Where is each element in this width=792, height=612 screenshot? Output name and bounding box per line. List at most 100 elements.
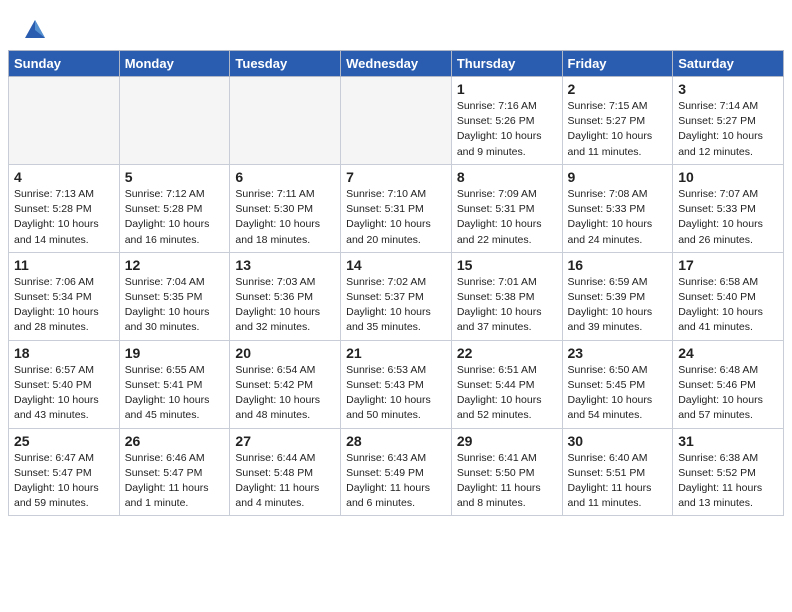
day-number: 25	[14, 433, 114, 449]
calendar-day-empty	[230, 77, 341, 165]
day-number: 14	[346, 257, 446, 273]
day-number: 31	[678, 433, 778, 449]
calendar-header-sunday: Sunday	[9, 51, 120, 77]
calendar-day-22: 22 Sunrise: 6:51 AM Sunset: 5:44 PM Dayli…	[451, 340, 562, 428]
calendar-header-saturday: Saturday	[673, 51, 784, 77]
calendar-header-monday: Monday	[119, 51, 230, 77]
calendar-day-2: 2 Sunrise: 7:15 AM Sunset: 5:27 PM Daylig…	[562, 77, 673, 165]
calendar-day-21: 21Sunrise: 6:53 AM Sunset: 5:43 PM Dayli…	[341, 340, 452, 428]
day-info: Sunrise: 7:10 AM Sunset: 5:31 PM Dayligh…	[346, 187, 446, 248]
day-info: Sunrise: 7:14 AM Sunset: 5:27 PM Dayligh…	[678, 99, 778, 160]
calendar-day-28: 28 Sunrise: 6:43 AM Sunset: 5:49 PM Dayli…	[341, 428, 452, 516]
day-number: 2	[568, 81, 668, 97]
calendar-day-29: 29 Sunrise: 6:41 AM Sunset: 5:50 PM Dayli…	[451, 428, 562, 516]
logo-text	[20, 16, 48, 42]
day-number: 4	[14, 169, 114, 185]
day-info: Sunrise: 6:48 AM Sunset: 5:46 PM Dayligh…	[678, 363, 778, 424]
day-info: Sunrise: 7:13 AM Sunset: 5:28 PM Dayligh…	[14, 187, 114, 248]
calendar-day-empty	[9, 77, 120, 165]
day-number: 5	[125, 169, 225, 185]
day-info: Sunrise: 7:08 AM Sunset: 5:33 PM Dayligh…	[568, 187, 668, 248]
day-info: Sunrise: 7:03 AM Sunset: 5:36 PM Dayligh…	[235, 275, 335, 336]
calendar-day-31: 31 Sunrise: 6:38 AM Sunset: 5:52 PM Dayli…	[673, 428, 784, 516]
day-info: Sunrise: 7:11 AM Sunset: 5:30 PM Dayligh…	[235, 187, 335, 248]
calendar-day-18: 18Sunrise: 6:57 AM Sunset: 5:40 PM Dayli…	[9, 340, 120, 428]
calendar-day-25: 25 Sunrise: 6:47 AM Sunset: 5:47 PM Dayli…	[9, 428, 120, 516]
calendar-header-tuesday: Tuesday	[230, 51, 341, 77]
day-info: Sunrise: 6:59 AM Sunset: 5:39 PM Dayligh…	[568, 275, 668, 336]
day-info: Sunrise: 6:58 AM Sunset: 5:40 PM Dayligh…	[678, 275, 778, 336]
day-info: Sunrise: 6:57 AM Sunset: 5:40 PM Dayligh…	[14, 363, 114, 424]
calendar-day-10: 10 Sunrise: 7:07 AM Sunset: 5:33 PM Dayli…	[673, 164, 784, 252]
calendar-day-empty	[119, 77, 230, 165]
day-number: 16	[568, 257, 668, 273]
calendar-day-13: 13Sunrise: 7:03 AM Sunset: 5:36 PM Dayli…	[230, 252, 341, 340]
day-number: 27	[235, 433, 335, 449]
calendar-day-6: 6 Sunrise: 7:11 AM Sunset: 5:30 PM Daylig…	[230, 164, 341, 252]
calendar-week-row: 25 Sunrise: 6:47 AM Sunset: 5:47 PM Dayli…	[9, 428, 784, 516]
calendar-day-14: 14 Sunrise: 7:02 AM Sunset: 5:37 PM Dayli…	[341, 252, 452, 340]
day-info: Sunrise: 6:50 AM Sunset: 5:45 PM Dayligh…	[568, 363, 668, 424]
day-info: Sunrise: 6:53 AM Sunset: 5:43 PM Dayligh…	[346, 363, 446, 424]
calendar-week-row: 11 Sunrise: 7:06 AM Sunset: 5:34 PM Dayli…	[9, 252, 784, 340]
day-number: 29	[457, 433, 557, 449]
day-number: 7	[346, 169, 446, 185]
calendar-header-thursday: Thursday	[451, 51, 562, 77]
day-number: 3	[678, 81, 778, 97]
day-number: 22	[457, 345, 557, 361]
calendar-week-row: 4 Sunrise: 7:13 AM Sunset: 5:28 PM Daylig…	[9, 164, 784, 252]
day-number: 23	[568, 345, 668, 361]
day-info: Sunrise: 6:47 AM Sunset: 5:47 PM Dayligh…	[14, 451, 114, 512]
day-info: Sunrise: 7:06 AM Sunset: 5:34 PM Dayligh…	[14, 275, 114, 336]
calendar-week-row: 1 Sunrise: 7:16 AM Sunset: 5:26 PM Daylig…	[9, 77, 784, 165]
calendar-day-20: 20Sunrise: 6:54 AM Sunset: 5:42 PM Dayli…	[230, 340, 341, 428]
calendar-day-5: 5 Sunrise: 7:12 AM Sunset: 5:28 PM Daylig…	[119, 164, 230, 252]
calendar-day-empty	[341, 77, 452, 165]
logo-icon	[22, 16, 48, 42]
day-info: Sunrise: 6:41 AM Sunset: 5:50 PM Dayligh…	[457, 451, 557, 512]
day-info: Sunrise: 6:40 AM Sunset: 5:51 PM Dayligh…	[568, 451, 668, 512]
calendar-day-7: 7 Sunrise: 7:10 AM Sunset: 5:31 PM Daylig…	[341, 164, 452, 252]
calendar-table: SundayMondayTuesdayWednesdayThursdayFrid…	[8, 50, 784, 516]
day-info: Sunrise: 7:02 AM Sunset: 5:37 PM Dayligh…	[346, 275, 446, 336]
calendar-day-17: 17Sunrise: 6:58 AM Sunset: 5:40 PM Dayli…	[673, 252, 784, 340]
day-number: 30	[568, 433, 668, 449]
day-info: Sunrise: 6:55 AM Sunset: 5:41 PM Dayligh…	[125, 363, 225, 424]
day-number: 6	[235, 169, 335, 185]
day-info: Sunrise: 6:51 AM Sunset: 5:44 PM Dayligh…	[457, 363, 557, 424]
day-info: Sunrise: 7:15 AM Sunset: 5:27 PM Dayligh…	[568, 99, 668, 160]
calendar-day-19: 19Sunrise: 6:55 AM Sunset: 5:41 PM Dayli…	[119, 340, 230, 428]
day-info: Sunrise: 7:07 AM Sunset: 5:33 PM Dayligh…	[678, 187, 778, 248]
day-info: Sunrise: 7:09 AM Sunset: 5:31 PM Dayligh…	[457, 187, 557, 248]
calendar-day-16: 16 Sunrise: 6:59 AM Sunset: 5:39 PM Dayli…	[562, 252, 673, 340]
header	[0, 0, 792, 50]
day-number: 8	[457, 169, 557, 185]
day-number: 1	[457, 81, 557, 97]
day-info: Sunrise: 7:04 AM Sunset: 5:35 PM Dayligh…	[125, 275, 225, 336]
calendar-day-3: 3 Sunrise: 7:14 AM Sunset: 5:27 PM Daylig…	[673, 77, 784, 165]
day-number: 28	[346, 433, 446, 449]
day-info: Sunrise: 7:12 AM Sunset: 5:28 PM Dayligh…	[125, 187, 225, 248]
calendar-day-23: 23 Sunrise: 6:50 AM Sunset: 5:45 PM Dayli…	[562, 340, 673, 428]
day-info: Sunrise: 6:44 AM Sunset: 5:48 PM Dayligh…	[235, 451, 335, 512]
calendar-day-8: 8 Sunrise: 7:09 AM Sunset: 5:31 PM Daylig…	[451, 164, 562, 252]
calendar-day-26: 26 Sunrise: 6:46 AM Sunset: 5:47 PM Dayli…	[119, 428, 230, 516]
day-number: 15	[457, 257, 557, 273]
day-info: Sunrise: 6:54 AM Sunset: 5:42 PM Dayligh…	[235, 363, 335, 424]
day-info: Sunrise: 7:01 AM Sunset: 5:38 PM Dayligh…	[457, 275, 557, 336]
day-number: 24	[678, 345, 778, 361]
calendar-day-11: 11 Sunrise: 7:06 AM Sunset: 5:34 PM Dayli…	[9, 252, 120, 340]
day-number: 10	[678, 169, 778, 185]
day-info: Sunrise: 6:43 AM Sunset: 5:49 PM Dayligh…	[346, 451, 446, 512]
calendar-day-24: 24 Sunrise: 6:48 AM Sunset: 5:46 PM Dayli…	[673, 340, 784, 428]
calendar-header-friday: Friday	[562, 51, 673, 77]
day-number: 12	[125, 257, 225, 273]
day-number: 11	[14, 257, 114, 273]
calendar-header-row: SundayMondayTuesdayWednesdayThursdayFrid…	[9, 51, 784, 77]
day-info: Sunrise: 6:38 AM Sunset: 5:52 PM Dayligh…	[678, 451, 778, 512]
calendar-day-4: 4 Sunrise: 7:13 AM Sunset: 5:28 PM Daylig…	[9, 164, 120, 252]
calendar-day-12: 12 Sunrise: 7:04 AM Sunset: 5:35 PM Dayli…	[119, 252, 230, 340]
day-info: Sunrise: 7:16 AM Sunset: 5:26 PM Dayligh…	[457, 99, 557, 160]
day-info: Sunrise: 6:46 AM Sunset: 5:47 PM Dayligh…	[125, 451, 225, 512]
day-number: 26	[125, 433, 225, 449]
